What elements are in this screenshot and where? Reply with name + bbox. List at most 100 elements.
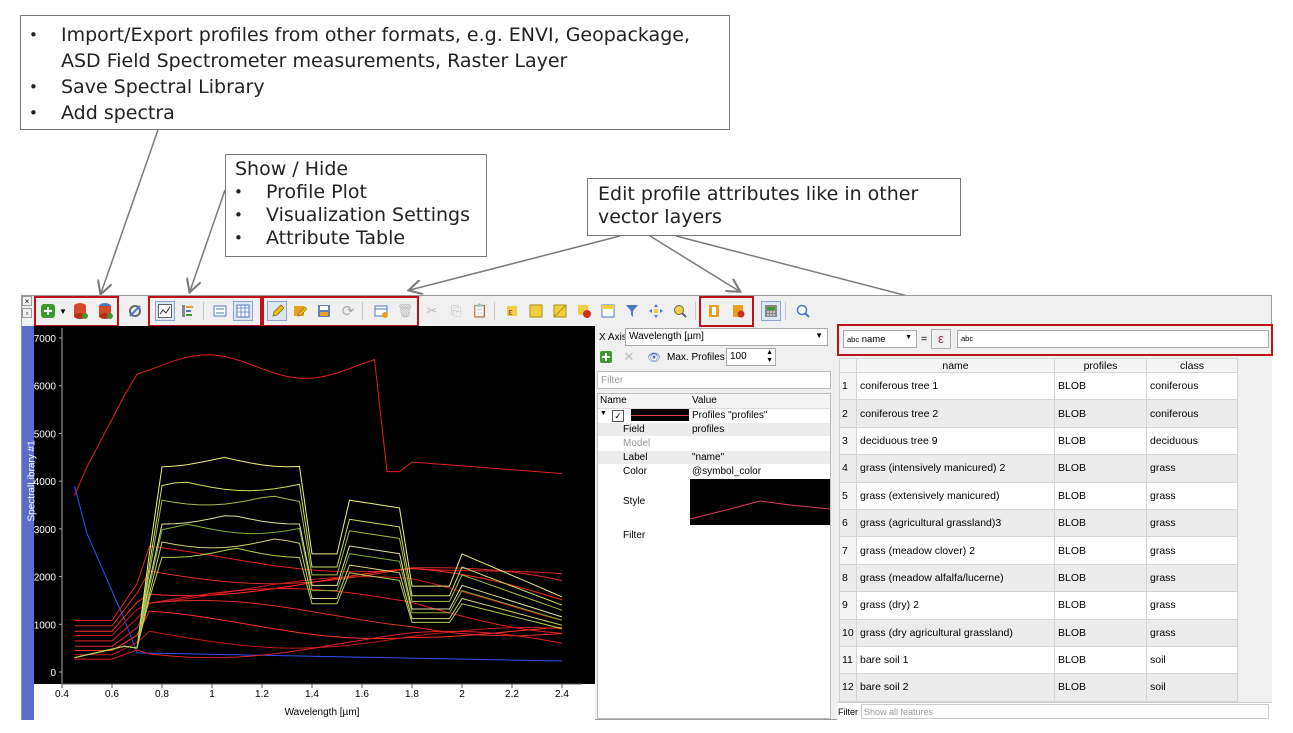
max-profiles-spinbox[interactable]: 100 ▲ ▼ <box>726 348 776 366</box>
cell-profiles[interactable]: BLOB <box>1054 399 1147 428</box>
cell-profiles[interactable]: BLOB <box>1054 426 1147 456</box>
cell-class[interactable]: deciduous <box>1146 426 1238 456</box>
cell-class[interactable]: coniferous <box>1146 399 1238 428</box>
cell-class[interactable]: grass <box>1146 563 1238 593</box>
row-number[interactable]: 9 <box>839 591 857 620</box>
cell-class[interactable]: grass <box>1146 454 1238 483</box>
row-number[interactable]: 7 <box>839 536 857 565</box>
move-selection-to-top-icon[interactable] <box>598 301 618 321</box>
visualization-filter-input[interactable]: Filter <box>597 371 831 389</box>
cell-profiles[interactable]: BLOB <box>1054 454 1147 483</box>
cell-name[interactable]: grass (intensively manicured) 2 <box>856 454 1055 483</box>
invert-selection-icon[interactable] <box>550 301 570 321</box>
cell-class[interactable]: grass <box>1146 481 1238 510</box>
table-row[interactable]: 7 grass (meadow clover) 2 BLOB grass <box>839 536 1238 565</box>
tree-row-label[interactable]: Label "name" <box>598 451 830 464</box>
cell-name[interactable]: deciduous tree 9 <box>856 426 1055 456</box>
copy-icon[interactable]: ⎘ <box>446 301 466 321</box>
cell-name[interactable]: coniferous tree 2 <box>856 399 1055 428</box>
spectral-profile-chart[interactable]: 7000 6000 5000 4000 3000 2000 1000 0 0.4 0.6 0.8 1 1… <box>22 326 595 720</box>
table-row[interactable]: 10 grass (dry agricultural grassland) BLOB… <box>839 618 1238 647</box>
table-row[interactable]: 1 coniferous tree 1 BLOB coniferous <box>839 371 1238 401</box>
profile-plot[interactable]: SpectralLibrary #1 7000 6000 5000 4000 3000 2… <box>22 326 595 720</box>
table-row[interactable]: 11 bare soil 1 BLOB soil <box>839 645 1238 675</box>
tree-row-field[interactable]: Field profiles <box>598 423 830 436</box>
cell-class[interactable]: grass <box>1146 618 1238 647</box>
cell-name[interactable]: bare soil 1 <box>856 645 1055 675</box>
row-number[interactable]: 3 <box>839 426 857 456</box>
cell-name[interactable]: grass (extensively manicured) <box>856 481 1055 510</box>
cell-name[interactable]: grass (dry agricultural grassland) <box>856 618 1055 647</box>
column-header-profiles[interactable]: profiles <box>1054 358 1147 373</box>
cell-class[interactable]: coniferous <box>1146 371 1238 401</box>
attribute-filter-input[interactable]: Show all features <box>861 704 1269 719</box>
row-number[interactable]: 1 <box>839 371 857 401</box>
cell-name[interactable]: grass (dry) 2 <box>856 591 1055 620</box>
row-number[interactable]: 11 <box>839 645 857 675</box>
row-number[interactable]: 2 <box>839 399 857 428</box>
table-row[interactable]: 12 bare soil 2 BLOB soil <box>839 673 1238 702</box>
cell-profiles[interactable]: BLOB <box>1054 645 1147 675</box>
x-axis-select[interactable]: Wavelength [µm] ▼ <box>625 328 828 346</box>
table-row[interactable]: 2 coniferous tree 2 BLOB coniferous <box>839 399 1238 428</box>
cell-profiles[interactable]: BLOB <box>1054 536 1147 565</box>
row-number[interactable]: 12 <box>839 673 857 702</box>
tree-row-model[interactable]: Model <box>598 437 830 450</box>
spectral-profile-line[interactable] <box>74 354 563 496</box>
spectral-processing-icon[interactable] <box>125 301 145 321</box>
cell-profiles[interactable]: BLOB <box>1054 618 1147 647</box>
cell-profiles[interactable]: BLOB <box>1054 673 1147 702</box>
tree-row-profiles[interactable]: ▼ ✓ Profiles "profiles" <box>598 409 830 422</box>
remove-visualization-icon[interactable]: ✕ <box>622 349 636 364</box>
cell-name[interactable]: grass (meadow alfalfa/lucerne) <box>856 563 1055 593</box>
filter-icon[interactable] <box>622 301 642 321</box>
cell-class[interactable]: soil <box>1146 645 1238 675</box>
row-number[interactable]: 8 <box>839 563 857 593</box>
table-row[interactable]: 8 grass (meadow alfalfa/lucerne) BLOB grass <box>839 563 1238 593</box>
table-row[interactable]: 9 grass (dry) 2 BLOB grass <box>839 591 1238 620</box>
paste-icon[interactable]: 📋 <box>470 301 490 321</box>
row-number[interactable]: 10 <box>839 618 857 647</box>
field-calculator-icon[interactable] <box>761 301 781 321</box>
visibility-checkbox[interactable]: ✓ <box>612 410 624 422</box>
field-select[interactable]: abc name ▼ <box>843 330 917 348</box>
field-value-input[interactable]: abc <box>957 330 1269 348</box>
cut-icon[interactable]: ✂ <box>422 301 442 321</box>
expand-arrow-icon[interactable]: ▼ <box>600 410 607 417</box>
spectral-profile-line[interactable] <box>74 515 563 659</box>
table-row[interactable]: 5 grass (extensively manicured) BLOB grass <box>839 481 1238 510</box>
spectral-profile-line[interactable] <box>74 610 563 651</box>
spectral-profile-line[interactable] <box>74 626 563 656</box>
float-panel-icon[interactable]: ▫ <box>22 308 32 318</box>
identify-icon[interactable] <box>793 301 813 321</box>
deselect-all-icon[interactable] <box>574 301 594 321</box>
eye-icon[interactable]: 👁 <box>647 350 661 364</box>
add-profile-visualization-icon[interactable] <box>599 350 613 364</box>
cell-class[interactable]: soil <box>1146 673 1238 702</box>
select-by-expression-icon[interactable]: ε <box>502 301 522 321</box>
table-row[interactable]: 6 grass (agricultural grassland)3 BLOB gras… <box>839 508 1238 538</box>
column-header-name[interactable]: name <box>856 358 1055 373</box>
table-row[interactable]: 3 deciduous tree 9 BLOB deciduous <box>839 426 1238 456</box>
select-all-icon[interactable] <box>526 301 546 321</box>
close-panel-icon[interactable]: × <box>22 296 32 306</box>
tree-row-filter[interactable]: Filter <box>598 529 830 542</box>
column-header-class[interactable]: class <box>1146 358 1238 373</box>
tree-row-style[interactable]: Style <box>598 479 831 525</box>
cell-profiles[interactable]: BLOB <box>1054 481 1147 510</box>
row-number[interactable]: 5 <box>839 481 857 510</box>
cell-class[interactable]: grass <box>1146 591 1238 620</box>
spectral-profile-line[interactable] <box>74 456 563 659</box>
cell-name[interactable]: bare soil 2 <box>856 673 1055 702</box>
cell-profiles[interactable]: BLOB <box>1054 508 1147 538</box>
cell-name[interactable]: grass (meadow clover) 2 <box>856 536 1055 565</box>
row-number[interactable]: 4 <box>839 454 857 483</box>
expression-button[interactable]: ε <box>931 329 951 349</box>
tree-row-color[interactable]: Color @symbol_color <box>598 465 830 478</box>
cell-name[interactable]: coniferous tree 1 <box>856 371 1055 401</box>
row-number[interactable]: 6 <box>839 508 857 538</box>
table-row[interactable]: 4 grass (intensively manicured) 2 BLOB gras… <box>839 454 1238 483</box>
cell-class[interactable]: grass <box>1146 536 1238 565</box>
cell-class[interactable]: grass <box>1146 508 1238 538</box>
zoom-to-selected-icon[interactable] <box>670 301 690 321</box>
